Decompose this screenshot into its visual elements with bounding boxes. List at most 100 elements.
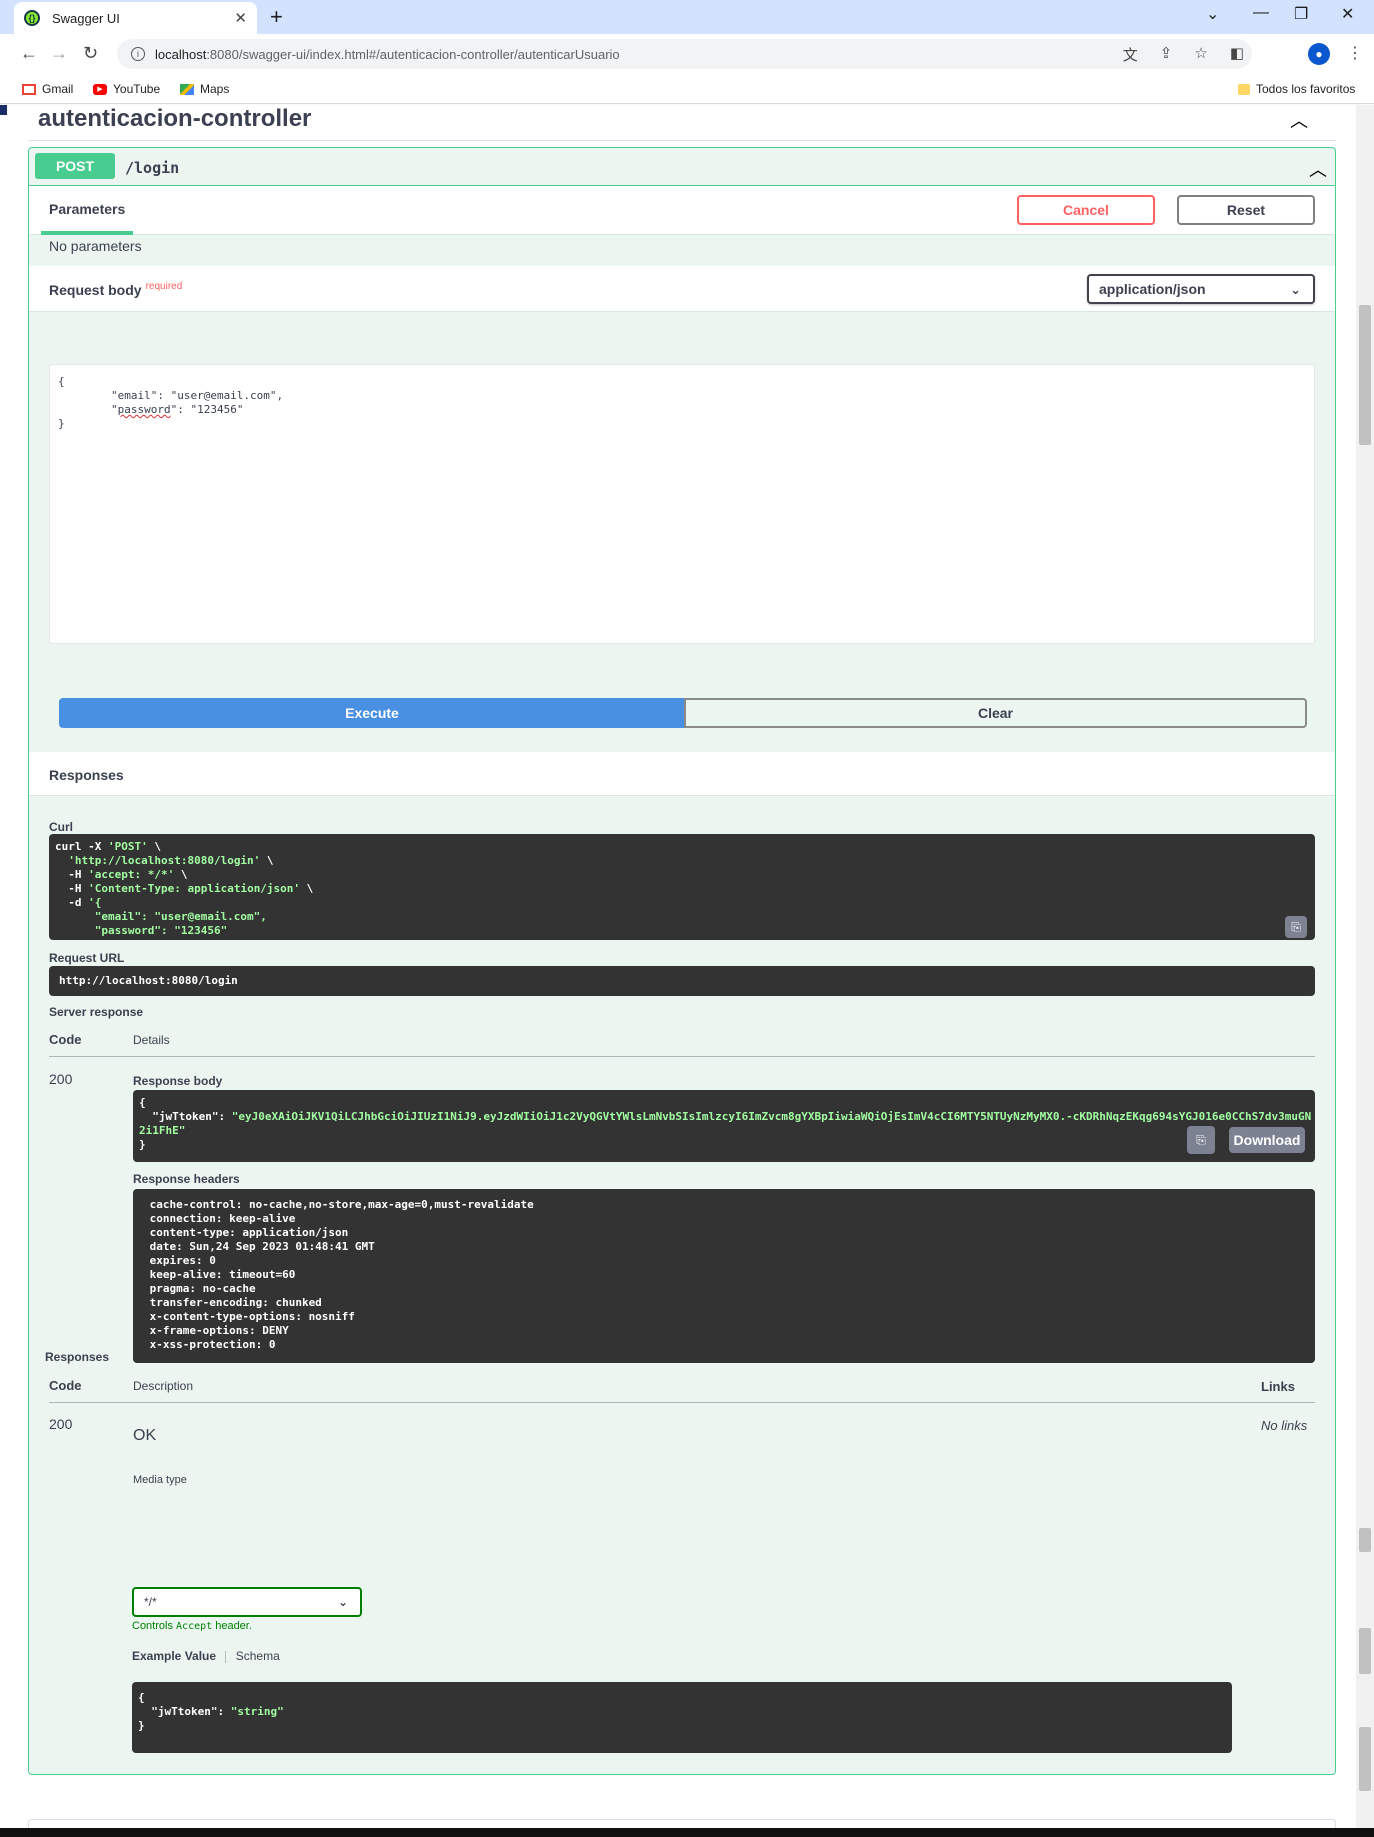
response-code: 200: [49, 1071, 73, 1087]
copy-icon[interactable]: ⎘: [1285, 916, 1307, 938]
response-body-block[interactable]: { "jwTtoken": "eyJ0eXAiOiJKV1QiLCJhbGciO…: [133, 1090, 1315, 1162]
curl-line: curl -X 'POST' \: [55, 840, 1309, 854]
tab-parameters[interactable]: Parameters: [49, 201, 125, 217]
back-arrow-icon[interactable]: ←: [20, 43, 38, 64]
bookmarks-bar: Gmail ▶ YouTube Maps Todos los favoritos: [0, 74, 1374, 104]
json-brace: {: [138, 1691, 145, 1704]
clear-button[interactable]: Clear: [684, 698, 1307, 728]
operation-path: /login: [125, 159, 180, 177]
all-bookmarks[interactable]: Todos los favoritos: [1238, 82, 1355, 96]
left-edge-strip: [0, 105, 7, 115]
swagger-favicon-icon: {}: [24, 10, 40, 26]
curl-line: 'http://localhost:8080/login' \: [55, 854, 1309, 868]
curl-string: 'POST': [107, 840, 148, 853]
close-tab-icon[interactable]: ✕: [234, 9, 247, 27]
chevron-up-icon[interactable]: ︿: [1309, 156, 1327, 182]
tab-schema[interactable]: Schema: [236, 1649, 280, 1663]
request-body-title: Request body: [49, 282, 142, 298]
bookmark-label: YouTube: [113, 82, 161, 96]
note-text: Controls: [132, 1620, 177, 1632]
chevron-up-icon[interactable]: ︿: [1290, 107, 1308, 133]
url-path: :8080/swagger-ui/index.html#/autenticaci…: [206, 46, 620, 62]
scrollbar-marker: [1359, 1628, 1371, 1674]
minimize-icon[interactable]: —: [1253, 4, 1269, 22]
reset-button[interactable]: Reset: [1177, 195, 1315, 225]
response-header-line: x-frame-options: DENY: [143, 1324, 289, 1337]
response-header-line: x-xss-protection: 0: [143, 1338, 276, 1351]
forward-arrow-icon[interactable]: →: [50, 43, 68, 64]
body-line: "password": "123456": [58, 403, 244, 416]
omnibox-actions: 文 ⇪ ☆ ◧: [1123, 44, 1244, 65]
reload-icon[interactable]: ↻: [83, 43, 98, 64]
responses-header: Responses: [29, 752, 1335, 796]
details-column-header: Details: [133, 1033, 170, 1047]
json-token-value-cont: 2i1FhE": [139, 1124, 186, 1137]
curl-text: -H: [55, 882, 89, 895]
copy-icon[interactable]: ⎘: [1187, 1126, 1215, 1154]
body-line: {: [58, 375, 65, 388]
tab-search-icon[interactable]: ⌄: [1206, 4, 1219, 24]
restore-icon[interactable]: ❐: [1294, 4, 1308, 24]
cancel-button[interactable]: Cancel: [1017, 195, 1155, 225]
curl-line: -H 'accept: */*' \: [55, 868, 1309, 882]
side-panel-icon[interactable]: ◧: [1230, 44, 1244, 65]
browser-menu-icon[interactable]: ⋮: [1347, 43, 1363, 63]
scrollbar-marker: [1359, 1727, 1371, 1791]
site-info-icon[interactable]: i: [131, 47, 145, 61]
new-tab-icon[interactable]: +: [270, 4, 283, 30]
execute-button[interactable]: Execute: [59, 698, 685, 728]
json-brace: }: [139, 1138, 146, 1151]
curl-code-block[interactable]: curl -X 'POST' \ 'http://localhost:8080/…: [49, 834, 1315, 940]
content-type-select[interactable]: application/json ⌄: [1087, 274, 1315, 304]
example-tabs: Example Value Schema: [132, 1649, 280, 1663]
url-input[interactable]: i localhost:8080/swagger-ui/index.html#/…: [117, 39, 1252, 69]
response-header-line: expires: 0: [143, 1254, 216, 1267]
content-type-value: application/json: [1099, 281, 1206, 297]
media-type-select[interactable]: */* ⌄: [132, 1587, 362, 1617]
youtube-icon: ▶: [93, 83, 107, 95]
close-window-icon[interactable]: ✕: [1341, 4, 1354, 24]
response-header-line: pragma: no-cache: [143, 1282, 256, 1295]
media-type-label: Media type: [133, 1474, 187, 1486]
doc-response-description: OK: [133, 1427, 157, 1444]
curl-string: "password": "123456": [55, 924, 228, 937]
tab-example-value[interactable]: Example Value: [132, 1649, 216, 1663]
all-bookmarks-label: Todos los favoritos: [1256, 82, 1356, 96]
request-body-textarea[interactable]: { "email": "user@email.com", "password":…: [49, 364, 1315, 644]
code-column-header: Code: [49, 1032, 82, 1047]
curl-string: 'http://localhost:8080/login': [68, 854, 261, 867]
bookmark-gmail[interactable]: Gmail: [22, 82, 73, 96]
download-button[interactable]: Download: [1229, 1127, 1305, 1153]
example-value-block[interactable]: { "jwTtoken": "string" }: [132, 1682, 1232, 1753]
controller-section-title[interactable]: autenticacion-controller: [38, 105, 311, 133]
request-body-label: Request body required: [49, 281, 183, 298]
folder-icon: [1238, 83, 1250, 95]
response-headers-label: Response headers: [133, 1172, 240, 1186]
request-url-block[interactable]: http://localhost:8080/login: [49, 966, 1315, 996]
response-headers-block[interactable]: cache-control: no-cache,no-store,max-age…: [133, 1189, 1315, 1363]
gmail-icon: [22, 83, 36, 95]
bookmark-maps[interactable]: Maps: [180, 82, 229, 96]
curl-text: \: [300, 882, 314, 895]
body-line: "email": "user@email.com",: [58, 389, 284, 402]
media-type-value: */*: [144, 1595, 157, 1609]
curl-text: \: [147, 840, 161, 853]
profile-avatar-icon[interactable]: ●: [1308, 43, 1330, 65]
doc-response-code: 200: [49, 1416, 73, 1432]
opblock-summary[interactable]: POST /login ︿: [29, 148, 1335, 186]
request-body-header: Request body required application/json ⌄: [29, 266, 1335, 312]
post-login-opblock: POST /login ︿ Parameters Cancel Reset No…: [28, 147, 1336, 1775]
chevron-down-icon: ⌄: [1290, 282, 1301, 297]
bookmark-star-icon[interactable]: ☆: [1194, 44, 1207, 65]
browser-tab[interactable]: {} Swagger UI ✕: [14, 2, 257, 34]
curl-text: \: [260, 854, 274, 867]
response-header-line: content-type: application/json: [143, 1226, 349, 1239]
scrollbar-thumb[interactable]: [1359, 305, 1371, 445]
translate-icon[interactable]: 文: [1123, 44, 1138, 65]
share-icon[interactable]: ⇪: [1160, 44, 1173, 65]
required-badge: required: [145, 281, 183, 292]
curl-line: -d '{: [55, 896, 1309, 910]
response-header-line: transfer-encoding: chunked: [143, 1296, 322, 1309]
bookmark-youtube[interactable]: ▶ YouTube: [93, 82, 160, 96]
responses-doc-title: Responses: [45, 1350, 110, 1364]
